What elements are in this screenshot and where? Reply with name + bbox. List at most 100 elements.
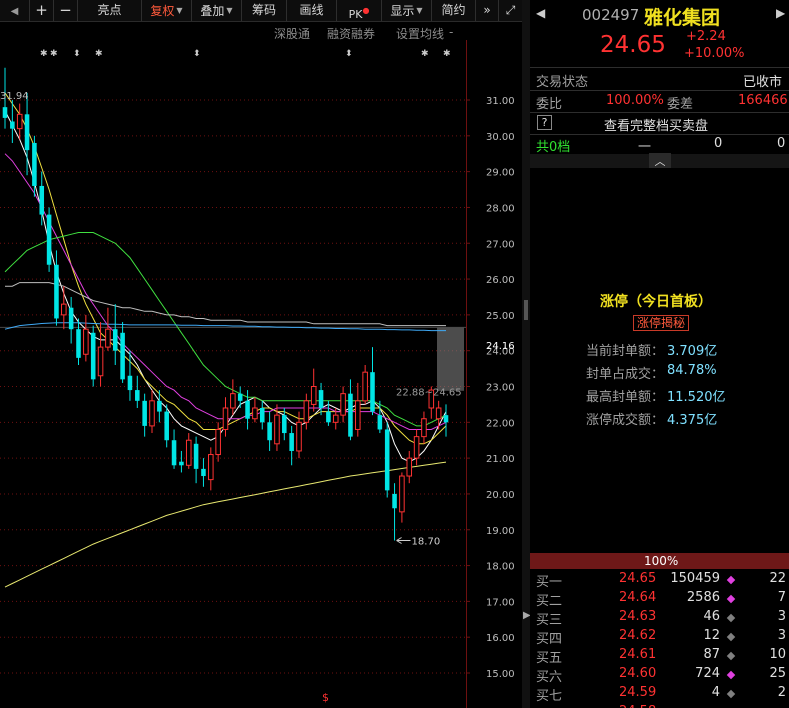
y-tick-label: 16.00: [486, 633, 515, 644]
candle-body: [185, 439, 192, 466]
fullscreen-icon[interactable]: ⤢: [499, 0, 522, 21]
bid-volume: 46: [703, 609, 720, 624]
bid-price: 24.61: [619, 647, 657, 662]
candle-body: [90, 332, 96, 380]
splitter-grip-icon[interactable]: [524, 300, 528, 320]
quote-panel: ◀︎ 002497 雅化集团 ▶︎ 24.65 +2.24 +10.00% 交易…: [530, 0, 789, 708]
back-arrow-icon[interactable]: ◀︎: [536, 6, 545, 20]
overlay-dropdown[interactable]: 叠加 ▼: [192, 0, 242, 21]
collapse-chevron-icon[interactable]: ︿: [649, 153, 671, 168]
order-dot-icon: [726, 670, 736, 680]
candle-body: [39, 185, 45, 215]
candle-body: [326, 411, 331, 423]
candle-body: [120, 332, 125, 380]
candle-body: [289, 433, 294, 451]
bid-book: 买一 24.65 150459 22 买二 24.64 2586 7 买三 24.63 46 3 买四 2…: [530, 570, 789, 708]
candle-body: [406, 457, 413, 477]
trade-status-value: 已收市: [743, 75, 783, 90]
panel-splitter[interactable]: [522, 0, 530, 708]
bid-price: 24.62: [619, 628, 657, 643]
candle-body: [2, 107, 8, 118]
pk-button[interactable]: PK●: [337, 0, 382, 21]
bid-price: 24.63: [619, 609, 657, 624]
bid-row[interactable]: 买四 24.62 12 3: [530, 627, 789, 647]
candle-body: [142, 400, 147, 426]
bid-row[interactable]: 买八 24.58: [530, 703, 789, 708]
y-tick-label: 22.00: [486, 418, 515, 429]
candle-body: [245, 400, 250, 419]
candle-body: [421, 418, 427, 438]
stock-code: 002497: [582, 6, 640, 24]
candle-body: [259, 407, 265, 423]
bid-level-label: 买五: [536, 651, 563, 666]
candle-body: [252, 407, 258, 420]
chips-button[interactable]: 筹码: [242, 0, 287, 21]
high-annotation: 31.94: [0, 91, 29, 102]
stat-label: 最高封单额：: [586, 390, 665, 405]
simple-mode-button[interactable]: 简约: [432, 0, 476, 21]
candle-body: [443, 415, 449, 423]
bid-price: 24.60: [619, 666, 657, 681]
candle-body: [282, 415, 287, 434]
stat-value: 3.709亿: [667, 344, 718, 359]
bid-row[interactable]: 买五 24.61 87 10: [530, 646, 789, 666]
bid-order-count: 7: [777, 590, 786, 605]
candle-body: [24, 114, 30, 151]
bid-level-label: 买八: [536, 704, 562, 708]
candle-body: [16, 113, 23, 130]
candle-body: [377, 415, 383, 430]
set-ma-chevron-icon[interactable]: -: [449, 25, 453, 39]
price-change: +2.24: [686, 29, 726, 44]
level-count-label: 共0档: [536, 140, 571, 155]
y-tick-label: 17.00: [486, 597, 515, 608]
rights-adjust-dropdown[interactable]: 复权 ▼: [142, 0, 192, 21]
back-button[interactable]: ◀︎: [0, 0, 30, 21]
pin-marker-icon: ⬍: [345, 49, 353, 59]
candle-body: [201, 468, 206, 477]
candlestick-chart[interactable]: 31.0030.0029.0028.0027.0026.0025.0024.00…: [0, 40, 522, 708]
candle-body: [46, 214, 52, 265]
expand-arrow-icon[interactable]: ▶︎: [523, 605, 531, 627]
zoom-in-button[interactable]: +: [30, 0, 54, 21]
y-tick-label: 25.00: [486, 311, 515, 322]
y-tick-label: 29.00: [486, 168, 515, 179]
display-dropdown[interactable]: 显示 ▼: [382, 0, 432, 21]
stock-chart-window: { "toolbar": { "items": ["亮点","复权","叠加",…: [0, 0, 789, 708]
more-button[interactable]: »: [476, 0, 499, 21]
bid-row[interactable]: 买一 24.65 150459 22: [530, 570, 789, 590]
stat-label: 当前封单额：: [586, 344, 665, 359]
bid-row[interactable]: 买三 24.63 46 3: [530, 608, 789, 628]
candle-body: [135, 390, 140, 401]
y-tick-label: 18.00: [486, 562, 515, 573]
candle-body: [222, 407, 229, 430]
candle-body: [237, 393, 243, 401]
full-order-book-button[interactable]: 查看完整档买卖盘: [604, 115, 708, 134]
candle-body: [340, 393, 346, 416]
bid-volume: 87: [703, 647, 720, 662]
help-icon[interactable]: ?: [537, 115, 552, 130]
bid-price: 24.58: [619, 704, 656, 708]
bid-order-count: 2: [777, 685, 786, 700]
highlight-button[interactable]: 亮点: [78, 0, 142, 21]
bid-row[interactable]: 买二 24.64 2586 7: [530, 589, 789, 609]
range-annotation: 22.88~24.65: [396, 388, 462, 399]
limit-up-detail-button[interactable]: 涨停揭秘: [633, 315, 690, 331]
weicha-label: 委差: [667, 97, 694, 112]
draw-line-button[interactable]: 画线: [287, 0, 337, 21]
low-annotation: 18.70: [412, 536, 441, 547]
bid-level-label: 买六: [536, 670, 563, 685]
zoom-out-button[interactable]: −: [54, 0, 78, 21]
candle-body: [384, 429, 390, 491]
star-marker-icon: ✱: [443, 49, 451, 59]
price-change-pct: +10.00%: [684, 46, 745, 61]
forward-arrow-icon[interactable]: ▶︎: [776, 6, 785, 20]
candle-body: [332, 414, 339, 423]
candle-body: [399, 475, 405, 513]
stat-label: 封单占成交：: [586, 367, 665, 382]
bid-row[interactable]: 买七 24.59 4 2: [530, 684, 789, 704]
candle-body: [97, 346, 104, 377]
bid-row[interactable]: 买六 24.60 724 25: [530, 665, 789, 685]
currency-marker-icon: $: [322, 691, 329, 704]
order-dot-icon: [726, 575, 736, 585]
bid-ratio-bar: 100%: [530, 553, 789, 569]
